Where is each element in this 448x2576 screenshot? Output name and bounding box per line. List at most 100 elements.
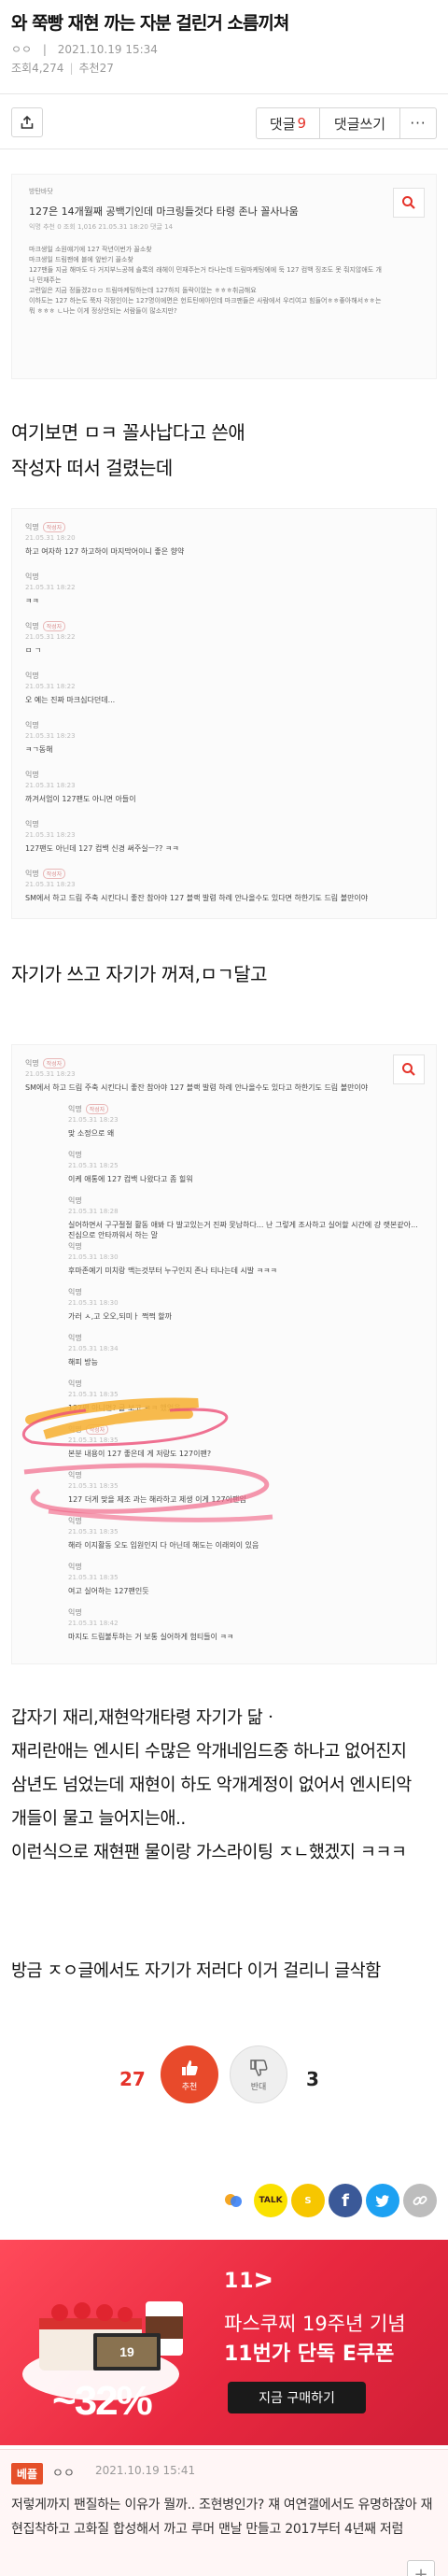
screenshot-comment-header: 익명 (25, 770, 423, 780)
page: 와 쭉빵 재현 까는 자분 걸린거 소름끼쳐 ㅇㅇ | 2021.10.19 1… (0, 0, 448, 2576)
screenshot-comment: 익명 21.05.31 18:22 오 예는 진짜 마크심다던데... (25, 671, 423, 705)
screenshot-comment-time: 21.05.31 18:23 (25, 782, 76, 789)
comment-count: 9 (297, 115, 307, 132)
view-count: 조회4,274 (11, 62, 64, 75)
thumbs-up-icon (182, 2059, 198, 2075)
screenshot-comment-body: ㅁ ㄱ (25, 646, 42, 655)
comment-count-button[interactable]: 댓글 9 (257, 108, 320, 138)
screenshot-comment-time: 21.05.31 18:23 (25, 831, 76, 839)
comment-label: 댓글 (269, 115, 296, 133)
screenshot-body-line: 마크생일 소원얘기에 127 작년이번가 꼴소찾 (29, 246, 152, 253)
screenshot-comment: 익명 작성자 21.05.31 18:20 하고 여자하 127 하고하이 마지막어이… (25, 522, 423, 557)
upvote-count: 27 (119, 2068, 146, 2090)
screenshot-original-post: 방탄바닷 127은 14개월째 공백기인데 마크링들것다 타령 존나 꼴사나움 … (11, 174, 437, 379)
body-line: 갑자기 재리,재현악개타령 자기가 닮ㆍ (11, 1708, 278, 1728)
screenshot-comment-time: 21.05.31 18:22 (25, 633, 76, 641)
screenshot-comment-name: 익명 (25, 523, 39, 531)
screenshot-comment-name: 익명 (25, 573, 39, 581)
facebook-share-button[interactable]: f (329, 2184, 362, 2217)
screenshot-body-line: 고련일은 지금 정들겠2ㅁㅁ 드림마케팅하는데 127하지 돌락이었는 ㅎㅎㅎ취… (29, 287, 257, 294)
screenshot-comment-header: 익명 (25, 819, 423, 829)
post-author[interactable]: ㅇㅇ (11, 43, 32, 56)
post-toolbar: 댓글 9 댓글쓰기 ··· (0, 93, 448, 149)
ad-banner[interactable]: 19 ~32% 11ᐳ 파스쿠찌 19주년 기념 11번가 단독 E쿠폰 지금 … (0, 2240, 448, 2445)
screenshot-comment-header: 익명 (25, 572, 423, 582)
screenshot-comment-body: ㅋㄱ동해 (25, 745, 53, 754)
body-paragraph-1: 여기보면 ㅁㅋ 꼴사납다고 쓴애 작성자 떠서 걸렸는데 (11, 415, 437, 486)
screenshot-comment-time: 21.05.31 18:23 (25, 881, 76, 888)
screenshot-comment-body: 하고 여자하 127 하고하이 마지막어이니 좋은 향약 (25, 547, 185, 556)
comment-author[interactable]: ㅇㅇ (52, 2463, 75, 2481)
upvote-label: 추천 (181, 2082, 198, 2092)
body-line: 개들이 물고 늘어지는애.. (11, 1809, 186, 1829)
screenshot-comment: 익명 작성자 21.05.31 18:22 ㅁ ㄱ (25, 621, 423, 656)
screenshot-comment: 익명 21.05.31 18:23 127팬도 아닌데 127 컴백 신경 써주실ㅡ… (25, 819, 423, 854)
screenshot-comment: 익명 21.05.31 18:23 ㅋㄱ동해 (25, 720, 423, 755)
highlight-scribble (21, 1397, 273, 1522)
screenshot-comment-time: 21.05.31 18:20 (25, 534, 76, 542)
screenshot-meta: 익명 추천 0 조회 1,016 21.05.31 18:20 댓글 14 (29, 223, 174, 231)
screenshot-comment: 익명 작성자 21.05.31 18:23 SM에서 하고 드림 주축 시킨다니 좋잔… (25, 869, 423, 903)
best-comment: 베플 ㅇㅇ 2021.10.19 15:41 저렇게까지 팬질하는 이유가 뭘까… (0, 2449, 448, 2576)
twitter-bird-icon (375, 2195, 389, 2207)
screenshot-body: 마크생일 소원얘기에 127 작년이번가 꼴소찾 마크생일 드림팬에 블에 앞반… (29, 245, 384, 317)
body-paragraph-4: 방금 ㅈㅇ글에서도 자기가 저러다 이거 걸리니 글삭함 (11, 1954, 437, 1989)
ad-discount: ~32% (52, 2378, 153, 2424)
search-icon (402, 196, 415, 209)
screenshot-comment-name: 익명 (25, 672, 39, 680)
comment-text: 저렇게까지 팬질하는 이유가 뭘까.. 조현병인가? 쟤 여연갤에서도 유명하잖… (11, 2498, 433, 2537)
more-button[interactable]: ··· (400, 108, 436, 138)
screenshot-comment-name: 익명 (25, 622, 39, 630)
upvote-button[interactable]: 추천 (161, 2045, 218, 2103)
screenshot-comment-header: 익명 (25, 671, 423, 681)
screenshot-comment-body: ㅋㅋ (25, 597, 39, 605)
screenshot-author-badge: 작성자 (42, 621, 66, 631)
ad-brand: 11ᐳ (224, 2270, 274, 2293)
band-share-button[interactable] (217, 2184, 250, 2217)
share-button[interactable] (11, 107, 43, 137)
body-line: 이런식으로 재현팬 물이랑 가스라이팅 ㅈㄴ했겠지 ㅋㅋㅋ (11, 1843, 407, 1862)
body-paragraph-2: 자기가 쓰고 자기가 꺼져,ㅁㄱ달고 (11, 956, 437, 992)
toolbar-actions: 댓글 9 댓글쓰기 ··· (256, 107, 437, 139)
chat-bubbles-icon (225, 2194, 242, 2207)
post-title: 와 쭉빵 재현 까는 자분 걸린거 소름끼쳐 (11, 13, 289, 34)
ad-subheadline: 11번가 단독 E쿠폰 (224, 2342, 395, 2366)
twitter-share-button[interactable] (366, 2184, 399, 2217)
body-line: 자기가 쓰고 자기가 꺼져,ㅁㄱ달고 (11, 963, 268, 985)
copy-link-button[interactable] (403, 2184, 437, 2217)
write-comment-button[interactable]: 댓글쓰기 (320, 108, 400, 138)
body-paragraph-3: 갑자기 재리,재현악개타령 자기가 닮ㆍ 재리란애는 엔시티 수많은 악개네임드… (11, 1702, 437, 1870)
comment-date: 2021.10.19 15:41 (95, 2464, 196, 2477)
body-line: 작성자 떠서 걸렸는데 (11, 457, 173, 479)
vote-section: 27 추천 반대 3 (0, 2034, 448, 2118)
body-line: 방금 ㅈㅇ글에서도 자기가 저러다 이거 걸리니 글삭함 (11, 1961, 381, 1981)
downvote-label: 반대 (250, 2082, 267, 2092)
screenshot-comment-body: SM에서 하고 드림 주축 시킨다니 좋잔 참아야 127 블랙 발렴 하례 안… (25, 894, 369, 902)
share-icon (21, 115, 34, 129)
screenshot-comment-time: 21.05.31 18:23 (25, 732, 76, 740)
ad-buy-button[interactable]: 지금 구매하기 (228, 2382, 366, 2413)
screenshot-comments-1: 익명 작성자 21.05.31 18:20 하고 여자하 127 하고하이 마지막어이… (11, 508, 437, 919)
social-share-bar: TALK S f (217, 2184, 437, 2217)
ad-headline: 파스쿠찌 19주년 기념 (224, 2313, 406, 2335)
screenshot-comment-body: 까겨서엄이 127팬도 아니면 아들이 (25, 795, 136, 803)
screenshot-comment-time: 21.05.31 18:22 (25, 683, 76, 690)
screenshot-body-line: 마크생일 드림팬에 블에 앞반기 꼴소찾 (29, 256, 133, 263)
best-comment-badge: 베플 (11, 2463, 44, 2484)
downvote-button[interactable]: 반대 (230, 2045, 287, 2103)
kakaostory-share-button[interactable]: S (291, 2184, 325, 2217)
screenshot-document: 방탄바닷 127은 14개월째 공백기인데 마크링들것다 타령 존나 꼴사나움 … (29, 186, 384, 317)
screenshot-comment-name: 익명 (25, 870, 39, 878)
screenshot-comment-header: 익명 작성자 (25, 522, 423, 532)
screenshot-comment-header: 익명 (25, 720, 423, 730)
screenshot-body-line: 이하도는 127 하는도 쭉자 각정인이는 127명이에면은 헌트틴에아인데 마… (29, 297, 382, 315)
body-line: 삼년도 넘었는데 재현이 하도 악개계정이 없어서 엔시티악 (11, 1776, 412, 1795)
recommend-count: 추천27 (78, 62, 114, 75)
post-stats: 조회4,274 | 추천27 (11, 60, 114, 76)
screenshot-comment-header: 익명 작성자 (25, 869, 423, 879)
screenshot-body-line: 127팬들 지금 해마도 다 거지부느공헤 솔록의 래헤이 민재주는거 타나는데… (29, 266, 382, 284)
post-meta: ㅇㅇ | 2021.10.19 15:34 (11, 41, 165, 57)
screenshot-author-badge: 작성자 (42, 869, 66, 879)
expand-comment-button[interactable]: + (407, 2560, 435, 2576)
kakaotalk-share-button[interactable]: TALK (254, 2184, 287, 2217)
